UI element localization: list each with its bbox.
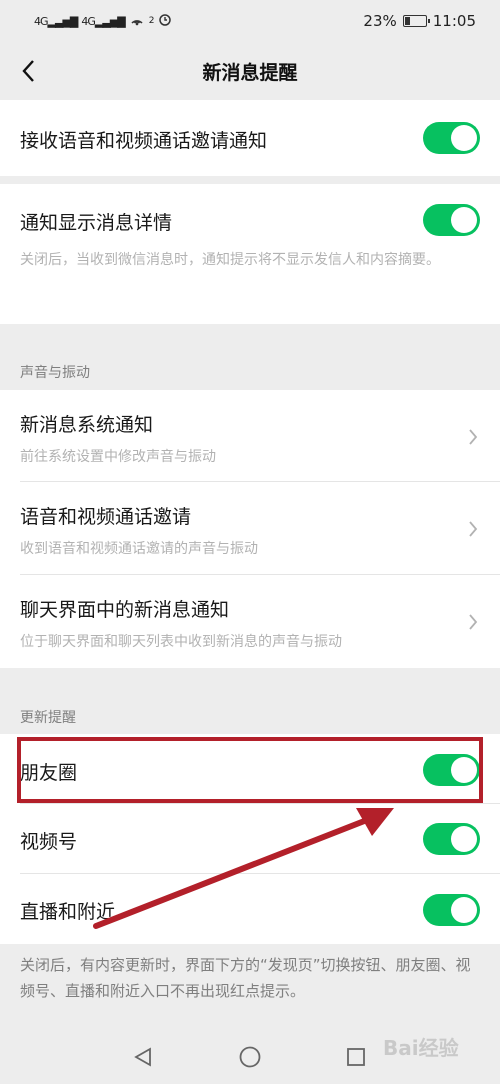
system-recents-button[interactable]: [343, 1044, 369, 1070]
live-nearby-toggle[interactable]: [423, 894, 480, 926]
settings-row-channels[interactable]: 视频号: [0, 804, 500, 874]
settings-row-label: 语音和视频通话邀请: [20, 506, 192, 528]
triangle-back-icon: [134, 1047, 151, 1067]
back-button[interactable]: [12, 54, 44, 88]
system-home-button[interactable]: [237, 1044, 263, 1070]
settings-row-label: 视频号: [20, 831, 78, 853]
settings-row-description: 收到语音和视频通话邀请的声音与振动: [20, 541, 258, 557]
sound-section: 新消息系统通知 前往系统设置中修改声音与振动 语音和视频通话邀请 收到语音和视频…: [0, 390, 500, 668]
call-invite-section: 接收语音和视频通话邀请通知: [0, 100, 500, 176]
circle-home-icon: [239, 1046, 261, 1068]
battery-icon: [402, 15, 430, 27]
settings-row-description: 位于聊天界面和聊天列表中收到新消息的声音与振动: [20, 634, 342, 650]
channels-toggle[interactable]: [423, 823, 480, 855]
update-section: 朋友圈 视频号 直播和附近: [0, 734, 500, 944]
settings-row-label: 朋友圈: [20, 762, 78, 784]
settings-row-call-invite-sound[interactable]: 语音和视频通话邀请 收到语音和视频通话邀请的声音与振动: [0, 482, 500, 575]
settings-row-live-nearby[interactable]: 直播和附近: [0, 874, 500, 944]
status-bar: 4G▂▃▅▇ 4G▂▃▅▇ 2 23% 11:05: [0, 0, 500, 42]
square-recents-icon: [347, 1048, 365, 1066]
call-invite-toggle[interactable]: [423, 122, 480, 154]
cellular-signal-icon: 4G▂▃▅▇: [81, 14, 125, 28]
message-detail-toggle[interactable]: [423, 204, 480, 236]
chevron-right-icon: [469, 614, 478, 630]
moments-toggle[interactable]: [423, 754, 480, 786]
watermark: Bai经验: [383, 1036, 459, 1060]
cellular-signal-icon: 4G▂▃▅▇: [34, 14, 78, 28]
chevron-right-icon: [469, 429, 478, 445]
system-back-button[interactable]: [130, 1044, 156, 1070]
settings-row-moments[interactable]: 朋友圈: [0, 734, 500, 804]
settings-row-label: 聊天界面中的新消息通知: [20, 599, 230, 621]
battery-percent: 23%: [363, 12, 397, 30]
chevron-left-icon: [22, 60, 34, 82]
settings-row-label: 接收语音和视频通话邀请通知: [20, 130, 268, 152]
settings-row-call-invite[interactable]: 接收语音和视频通话邀请通知: [0, 100, 500, 176]
settings-row-label: 新消息系统通知: [20, 414, 154, 436]
message-detail-section: 通知显示消息详情 关闭后，当收到微信消息时，通知提示将不显示发信人和内容摘要。: [0, 184, 500, 324]
settings-row-label: 通知显示消息详情: [20, 212, 173, 234]
update-footnote: 关闭后，有内容更新时，界面下方的“发现页”切换按钮、朋友圈、视频号、直播和附近入…: [20, 956, 471, 1000]
hotspot-icon: [129, 12, 145, 30]
clock: 11:05: [432, 12, 476, 30]
group-label-update: 更新提醒: [20, 710, 76, 726]
settings-row-description: 前往系统设置中修改声音与振动: [20, 449, 216, 465]
settings-row-description: 关闭后，当收到微信消息时，通知提示将不显示发信人和内容摘要。: [20, 252, 440, 268]
settings-row-chat-notification[interactable]: 聊天界面中的新消息通知 位于聊天界面和聊天列表中收到新消息的声音与振动: [0, 575, 500, 668]
alarm-icon: [158, 12, 172, 30]
navigation-bar: 新消息提醒: [0, 42, 500, 100]
group-label-sound: 声音与振动: [20, 365, 90, 381]
settings-row-label: 直播和附近: [20, 901, 116, 923]
settings-row-message-detail[interactable]: 通知显示消息详情 关闭后，当收到微信消息时，通知提示将不显示发信人和内容摘要。: [0, 184, 500, 324]
settings-row-system-notification[interactable]: 新消息系统通知 前往系统设置中修改声音与振动: [0, 390, 500, 482]
page-title: 新消息提醒: [202, 61, 298, 84]
chevron-right-icon: [469, 521, 478, 537]
notification-count: 2: [148, 16, 155, 26]
